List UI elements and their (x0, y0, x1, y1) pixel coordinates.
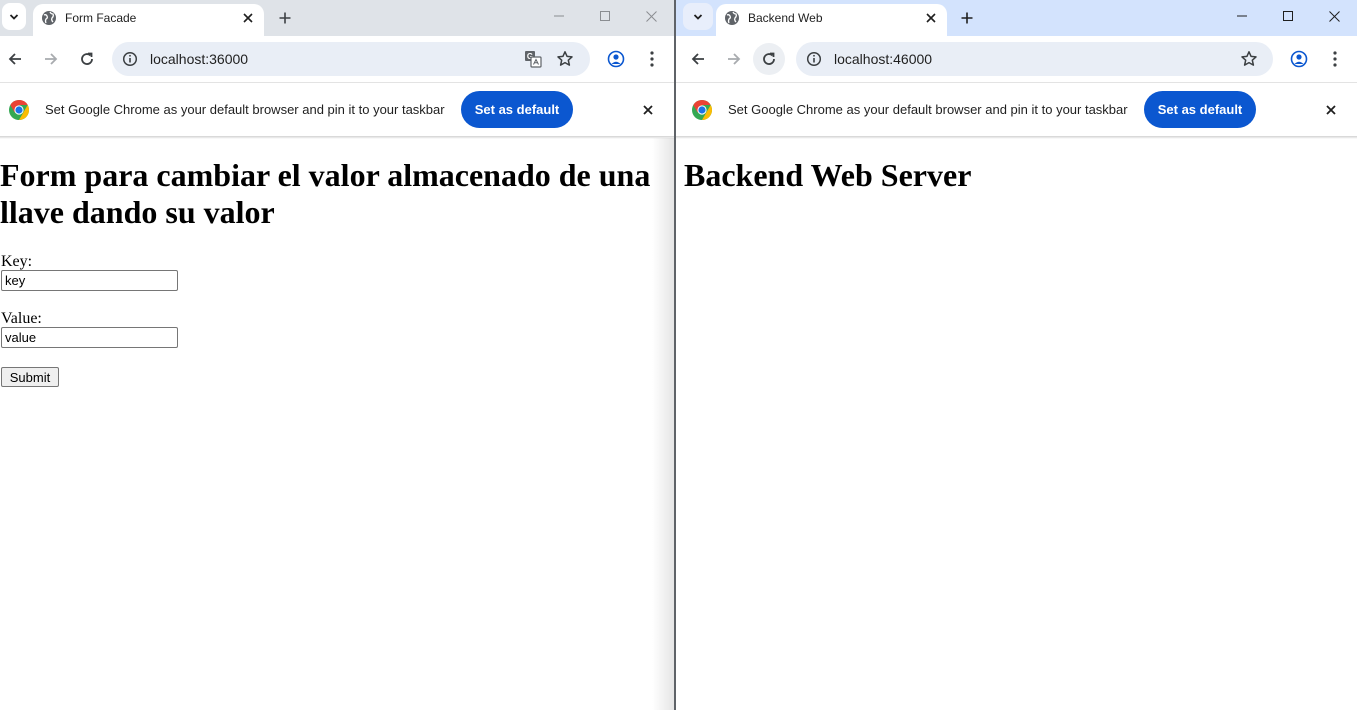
close-tab-button[interactable] (238, 8, 258, 28)
tab-form-facade[interactable]: Form Facade (33, 4, 264, 36)
star-icon (1241, 51, 1257, 66)
translate-icon: G (525, 51, 542, 68)
arrow-right-icon (45, 53, 58, 65)
right-browser-window: Backend Web localhost:46000 Set Google C… (676, 0, 1357, 710)
site-info-button[interactable] (118, 47, 142, 71)
address-bar[interactable]: localhost:46000 (796, 42, 1273, 76)
set-as-default-button[interactable]: Set as default (461, 91, 573, 128)
page-title: Form para cambiar el valor almacenado de… (0, 157, 651, 230)
chevron-down-icon (9, 13, 19, 20)
close-icon (243, 13, 253, 23)
new-tab-button[interactable] (273, 6, 297, 30)
url-text: localhost:46000 (834, 51, 933, 67)
tab-strip: Form Facade (0, 0, 675, 36)
maximize-button[interactable] (1265, 0, 1311, 32)
chrome-logo-icon (9, 100, 29, 120)
profile-button[interactable] (1285, 45, 1313, 73)
page-title: Backend Web Server (684, 157, 972, 193)
reload-icon (81, 52, 93, 65)
reload-button[interactable] (73, 45, 101, 73)
close-icon (643, 105, 653, 115)
key-label: Key: (1, 253, 33, 270)
close-window-button[interactable] (1311, 0, 1357, 32)
plus-icon (279, 12, 291, 24)
submit-button[interactable]: Submit (1, 367, 59, 387)
arrow-right-icon (728, 53, 741, 65)
tab-title: Form Facade (65, 11, 137, 25)
page-content: Backend Web Server (676, 139, 1357, 710)
close-window-button[interactable] (628, 0, 674, 32)
close-icon (645, 10, 657, 22)
more-vert-icon (650, 51, 654, 67)
chrome-logo-icon (692, 100, 712, 120)
minimize-button[interactable] (536, 0, 582, 32)
bookmark-button[interactable] (1237, 47, 1261, 71)
profile-icon (1290, 50, 1308, 68)
bookmark-button[interactable] (553, 47, 577, 71)
url-text: localhost:36000 (150, 51, 249, 67)
minimize-button[interactable] (1219, 0, 1265, 32)
globe-icon (725, 11, 739, 25)
tab-search-button[interactable] (683, 3, 713, 30)
maximize-icon (1283, 11, 1293, 21)
close-icon (1328, 10, 1340, 22)
forward-button[interactable] (37, 45, 65, 73)
menu-button[interactable] (638, 45, 666, 73)
forward-button[interactable] (720, 45, 748, 73)
maximize-icon (600, 11, 610, 21)
toolbar: localhost:46000 (676, 36, 1357, 82)
site-info-button[interactable] (802, 47, 826, 71)
close-icon (1326, 105, 1336, 115)
default-browser-infobar: Set Google Chrome as your default browse… (676, 82, 1357, 136)
infobar-message: Set Google Chrome as your default browse… (45, 102, 445, 117)
tab-backend-web[interactable]: Backend Web (716, 4, 947, 36)
back-button[interactable] (1, 45, 29, 73)
reload-button[interactable] (753, 43, 785, 75)
globe-icon (42, 11, 56, 25)
key-input[interactable] (1, 270, 178, 291)
info-icon (122, 51, 138, 67)
maximize-button[interactable] (582, 0, 628, 32)
close-infobar-button[interactable] (636, 98, 660, 122)
translate-button[interactable]: G (521, 47, 545, 71)
new-tab-button[interactable] (955, 6, 979, 30)
reload-icon (763, 52, 775, 65)
default-browser-infobar: Set Google Chrome as your default browse… (0, 82, 675, 136)
back-button[interactable] (684, 45, 712, 73)
profile-button[interactable] (602, 45, 630, 73)
infobar-message: Set Google Chrome as your default browse… (728, 102, 1128, 117)
minimize-icon (1237, 15, 1247, 17)
arrow-left-icon (691, 53, 704, 65)
profile-icon (607, 50, 625, 68)
tab-search-button[interactable] (2, 3, 26, 30)
close-icon (926, 13, 936, 23)
more-vert-icon (1333, 51, 1337, 67)
left-browser-window: Form Facade localhost:36000 G Set Google… (0, 0, 675, 710)
plus-icon (961, 12, 973, 24)
page-content: Form para cambiar el valor almacenado de… (0, 139, 675, 710)
menu-button[interactable] (1321, 45, 1349, 73)
minimize-icon (554, 15, 564, 17)
close-tab-button[interactable] (921, 8, 941, 28)
tab-strip: Backend Web (676, 0, 1357, 36)
close-infobar-button[interactable] (1319, 98, 1343, 122)
info-icon (806, 51, 822, 67)
value-label: Value: (1, 310, 42, 327)
chevron-down-icon (693, 13, 703, 20)
star-icon (557, 51, 573, 66)
set-as-default-button[interactable]: Set as default (1144, 91, 1256, 128)
arrow-left-icon (8, 53, 21, 65)
value-input[interactable] (1, 327, 178, 348)
address-bar[interactable]: localhost:36000 G (112, 42, 590, 76)
tab-title: Backend Web (748, 11, 823, 25)
toolbar: localhost:36000 G (0, 36, 675, 82)
